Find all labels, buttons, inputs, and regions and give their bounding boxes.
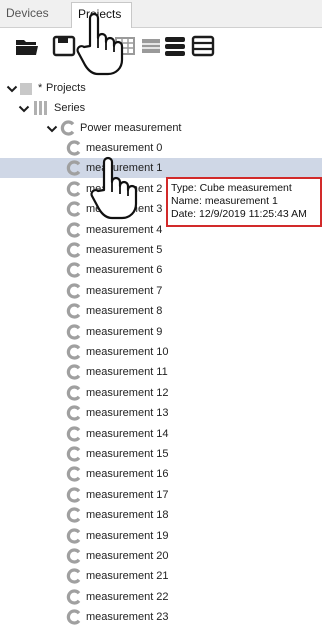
toolbar: [0, 30, 322, 64]
measurement-label: measurement 6: [86, 264, 163, 277]
measurement-c-icon: [66, 364, 82, 380]
measurement-row[interactable]: measurement 1: [0, 158, 322, 179]
hand-cursor-icon: [86, 156, 146, 222]
measurement-c-icon: [66, 385, 82, 401]
measurement-label: measurement 17: [86, 488, 169, 501]
tree-group-row[interactable]: Power measurement: [0, 118, 322, 138]
tooltip-type: Type: Cube measurement: [171, 182, 292, 194]
measurement-c-icon: [66, 283, 82, 299]
measurement-row[interactable]: measurement 13: [0, 403, 322, 423]
measurement-row[interactable]: measurement 0: [0, 138, 322, 158]
measurement-c-icon: [66, 242, 82, 258]
measurement-label: measurement 23: [86, 611, 169, 624]
tab-bar: Devices Projects: [0, 0, 322, 28]
measurement-label: measurement 13: [86, 407, 169, 420]
measurement-c-icon: [66, 446, 82, 462]
measurement-row[interactable]: measurement 23: [0, 607, 322, 627]
measurement-c-icon: [60, 120, 76, 136]
list-icon[interactable]: [190, 34, 216, 58]
measurement-c-icon: [66, 487, 82, 503]
measurement-c-icon: [66, 507, 82, 523]
measurement-label: measurement 11: [86, 366, 168, 379]
measurement-c-icon: [66, 528, 82, 544]
measurement-label: measurement 5: [86, 244, 163, 256]
measurement-label: measurement 10: [86, 346, 169, 358]
measurement-c-icon: [66, 222, 82, 238]
measurement-label: measurement 4: [86, 223, 163, 236]
measurement-c-icon: [66, 324, 82, 340]
measurement-row[interactable]: measurement 12: [0, 383, 322, 403]
measurement-label: measurement 20: [86, 550, 169, 562]
tree-series-label: Series: [54, 102, 86, 114]
measurement-label: measurement 12: [86, 386, 169, 399]
measurement-c-icon: [66, 548, 82, 564]
measurement-label: measurement 19: [86, 529, 169, 542]
measurement-c-icon: [66, 609, 82, 625]
project-icon: [20, 82, 32, 95]
measurement-row[interactable]: measurement 7: [0, 281, 322, 301]
measurement-row[interactable]: measurement 11: [0, 362, 322, 382]
tree-group-label: Power measurement: [80, 122, 182, 134]
tooltip: Type: Cube measurement Name: measurement…: [166, 177, 322, 227]
measurement-row[interactable]: measurement 21: [0, 566, 322, 586]
measurement-row[interactable]: measurement 14: [0, 424, 322, 444]
chevron-down-icon[interactable]: [46, 122, 58, 134]
measurement-c-icon: [66, 140, 82, 156]
measurement-row[interactable]: measurement 9: [0, 322, 322, 342]
tree-root-marker: *: [38, 82, 43, 94]
measurement-c-icon: [66, 426, 82, 442]
measurement-label: measurement 21: [86, 570, 169, 583]
measurement-label: measurement 15: [86, 448, 169, 460]
chevron-down-icon[interactable]: [18, 102, 30, 114]
table-icon[interactable]: [138, 34, 164, 58]
measurement-row[interactable]: measurement 16: [0, 464, 322, 484]
tab-devices[interactable]: Devices: [0, 2, 70, 26]
measurement-row[interactable]: measurement 22: [0, 587, 322, 607]
measurement-row[interactable]: measurement 8: [0, 301, 322, 321]
tooltip-name: Name: measurement 1: [171, 195, 278, 207]
measurement-label: measurement 14: [86, 427, 169, 440]
measurement-row[interactable]: measurement 20: [0, 546, 322, 566]
measurement-row[interactable]: measurement 17: [0, 485, 322, 505]
tooltip-date: Date: 12/9/2019 11:25:43 AM: [171, 208, 307, 220]
tree-root-row[interactable]: * Projects: [0, 78, 322, 98]
measurement-c-icon: [66, 201, 82, 217]
measurement-label: measurement 7: [86, 284, 163, 297]
measurement-row[interactable]: measurement 19: [0, 526, 322, 546]
measurement-row[interactable]: measurement 5: [0, 240, 322, 260]
measurement-label: measurement 0: [86, 142, 163, 154]
measurement-c-icon: [66, 344, 82, 360]
measurement-c-icon: [66, 303, 82, 319]
measurement-row[interactable]: measurement 10: [0, 342, 322, 362]
measurement-c-icon: [66, 181, 82, 197]
tree-root-label: Projects: [46, 82, 86, 94]
hand-cursor-icon: [72, 12, 132, 78]
measurement-row[interactable]: measurement 6: [0, 260, 322, 280]
measurement-c-icon: [66, 262, 82, 278]
measurement-row[interactable]: measurement 18: [0, 505, 322, 525]
measurement-label: measurement 9: [86, 325, 163, 338]
database-icon[interactable]: [162, 34, 188, 58]
folder-open-icon[interactable]: [14, 34, 40, 58]
series-icon: [32, 100, 48, 116]
tree-series-row[interactable]: Series: [0, 98, 322, 118]
measurement-c-icon: [66, 568, 82, 584]
measurement-c-icon: [66, 405, 82, 421]
chevron-down-icon[interactable]: [6, 82, 18, 94]
measurement-label: measurement 22: [86, 590, 169, 603]
measurement-label: measurement 16: [86, 468, 169, 481]
measurement-c-icon: [66, 589, 82, 605]
measurement-label: measurement 18: [86, 509, 169, 522]
measurement-c-icon: [66, 160, 82, 176]
measurement-c-icon: [66, 466, 82, 482]
measurement-row[interactable]: measurement 15: [0, 444, 322, 464]
measurement-label: measurement 8: [86, 305, 163, 318]
